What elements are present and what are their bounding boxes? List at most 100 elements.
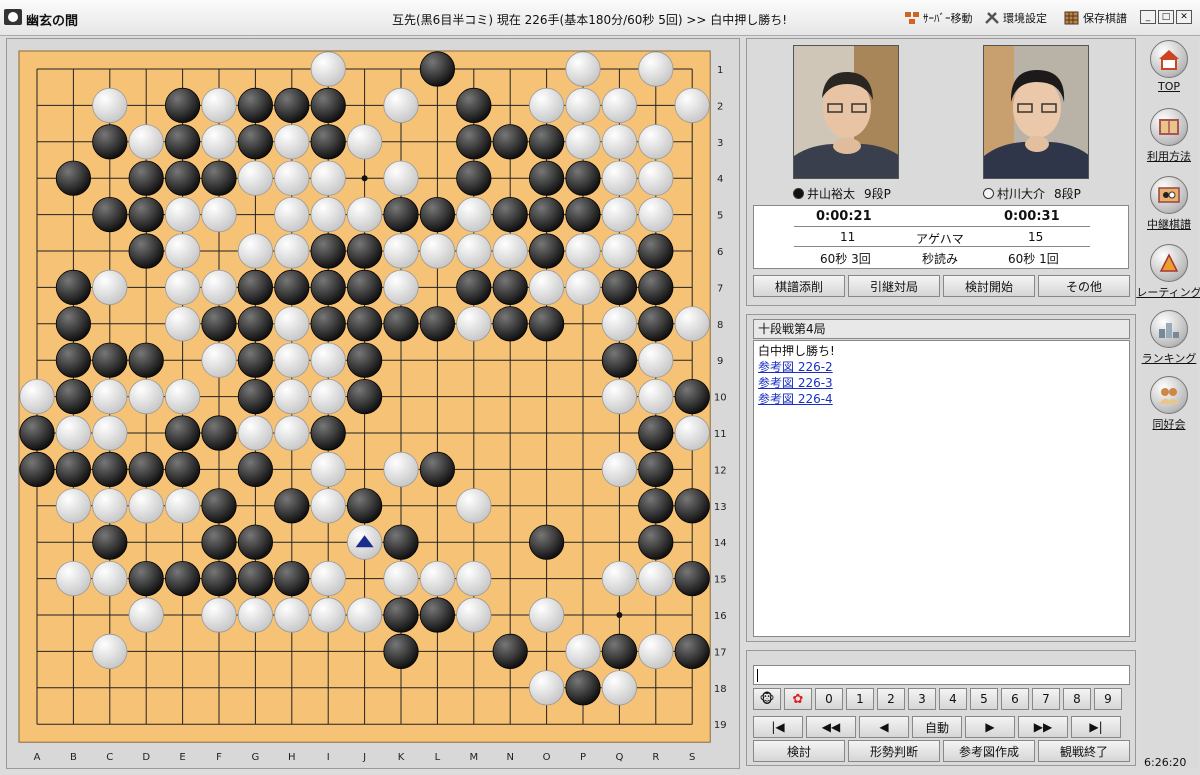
flower-emoji-button[interactable]: ✿	[784, 688, 812, 710]
review-button[interactable]: 検討	[753, 740, 845, 762]
forward-ten-button[interactable]: ▶▶	[1018, 716, 1068, 738]
chat-input[interactable]	[753, 665, 1130, 685]
column-label: C	[106, 752, 113, 763]
white-stone	[310, 378, 346, 415]
reference-link[interactable]: 参考図 226-3	[758, 375, 1125, 391]
other-button[interactable]: その他	[1038, 275, 1130, 297]
sidebar-item-relay[interactable]: 中継棋譜	[1140, 176, 1198, 232]
black-stone	[565, 670, 601, 706]
white-stone	[601, 124, 638, 160]
number-button[interactable]: 7	[1032, 688, 1060, 710]
black-stone	[674, 488, 710, 524]
white-stone	[528, 269, 565, 305]
white-stone	[274, 233, 310, 269]
book-icon	[1150, 108, 1188, 146]
black-player-name: 井山裕太	[807, 187, 856, 201]
black-stone	[601, 633, 638, 670]
last-move-button[interactable]: ▶|	[1071, 716, 1121, 738]
game-info: 互先(黒6目半コミ) 現在 226手(基本180分/60秒 5回) >> 白中押…	[392, 13, 788, 27]
white-stone	[565, 633, 601, 670]
black-stone	[383, 524, 419, 560]
row-label: 8	[717, 320, 723, 331]
maximize-button[interactable]: □	[1158, 10, 1174, 24]
sidebar-item-ranking[interactable]: ランキング	[1140, 310, 1198, 366]
sidebar-item-club[interactable]: 同好会	[1140, 376, 1198, 432]
white-stone	[55, 415, 92, 451]
saved-kifu-button[interactable]: 保存棋譜	[1064, 10, 1127, 26]
divider	[794, 246, 1090, 247]
reference-link[interactable]: 参考図 226-2	[758, 359, 1125, 375]
create-reference-button[interactable]: 参考図作成	[943, 740, 1035, 762]
white-stone	[310, 51, 346, 87]
monkey-emoji-button[interactable]: 🐵	[753, 688, 781, 710]
white-stone	[419, 233, 455, 269]
black-stone	[383, 597, 419, 633]
black-stone	[346, 306, 383, 342]
first-move-button[interactable]: |◀	[753, 716, 803, 738]
right-panel: 井山裕太 9段P 村川大介 8段P 0:00:21 0:00:31 11 アゲハ…	[746, 38, 1138, 769]
number-button[interactable]: 0	[815, 688, 843, 710]
server-move-button[interactable]: ｻｰﾊﾞｰ移動	[904, 10, 973, 26]
white-stone	[674, 306, 710, 342]
sidebar: TOP 利用方法 中継棋譜 レーティング ランキング 同好会	[1136, 38, 1200, 769]
black-stone	[346, 269, 383, 305]
number-button[interactable]: 3	[908, 688, 936, 710]
continue-game-button[interactable]: 引継対局	[848, 275, 940, 297]
white-byoyomi: 60秒 1回	[1008, 252, 1059, 266]
black-stone	[310, 87, 346, 124]
position-judge-button[interactable]: 形勢判断	[848, 740, 940, 762]
number-button[interactable]: 5	[970, 688, 998, 710]
white-stone	[565, 124, 601, 160]
row-label: 4	[717, 174, 723, 185]
sidebar-item-top[interactable]: TOP	[1140, 40, 1198, 93]
back-one-button[interactable]: ◀	[859, 716, 909, 738]
start-review-button[interactable]: 検討開始	[943, 275, 1035, 297]
black-stone	[346, 488, 383, 524]
number-button[interactable]: 2	[877, 688, 905, 710]
server-move-label: ｻｰﾊﾞｰ移動	[923, 12, 973, 25]
number-button[interactable]: 4	[939, 688, 967, 710]
house-icon	[1150, 40, 1188, 78]
auto-play-button[interactable]: 自動	[912, 716, 962, 738]
white-stone	[128, 124, 164, 160]
forward-one-button[interactable]: ▶	[965, 716, 1015, 738]
number-button[interactable]: 8	[1063, 688, 1091, 710]
number-button[interactable]: 1	[846, 688, 874, 710]
black-stone	[346, 233, 383, 269]
white-stone	[274, 597, 310, 633]
white-stone	[310, 342, 346, 378]
black-stone	[601, 269, 638, 305]
black-stone	[55, 342, 92, 378]
row-label: 10	[714, 393, 727, 404]
sidebar-item-rating[interactable]: レーティング	[1136, 244, 1200, 300]
back-ten-button[interactable]: ◀◀	[806, 716, 856, 738]
reference-link[interactable]: 参考図 226-4	[758, 391, 1125, 407]
settings-button[interactable]: 環境設定	[984, 10, 1047, 26]
white-stone	[601, 306, 638, 342]
tools-icon	[984, 11, 1000, 25]
black-stone	[419, 451, 455, 487]
black-captures: 11	[840, 230, 856, 244]
white-stone	[383, 160, 419, 196]
white-stone	[601, 560, 638, 597]
black-stone	[419, 597, 455, 633]
white-stone	[128, 488, 164, 524]
white-stone	[565, 51, 601, 87]
go-board[interactable]: A B C D E F G H I J K L M N O P Q R S123456789101112131415…	[7, 39, 741, 770]
row-label: 16	[714, 611, 727, 622]
minimize-button[interactable]: _	[1140, 10, 1156, 24]
end-watching-button[interactable]: 観戦終了	[1038, 740, 1130, 762]
number-button[interactable]: 6	[1001, 688, 1029, 710]
sidebar-item-usage[interactable]: 利用方法	[1140, 108, 1198, 164]
sidebar-label: 同好会	[1152, 418, 1186, 431]
white-stone-icon	[983, 188, 994, 199]
bottom-buttons: 検討 形勢判断 参考図作成 観戦終了	[753, 740, 1130, 762]
black-stone	[165, 451, 201, 487]
white-stone	[346, 597, 383, 633]
kifu-correction-button[interactable]: 棋譜添削	[753, 275, 845, 297]
number-button[interactable]: 9	[1094, 688, 1122, 710]
white-stone	[383, 233, 419, 269]
close-button[interactable]: ✕	[1176, 10, 1192, 24]
comment-title: 十段戦第4局	[753, 319, 1130, 339]
title-bar: 幽玄の間 互先(黒6目半コミ) 現在 226手(基本180分/60秒 5回) >…	[0, 0, 1200, 36]
